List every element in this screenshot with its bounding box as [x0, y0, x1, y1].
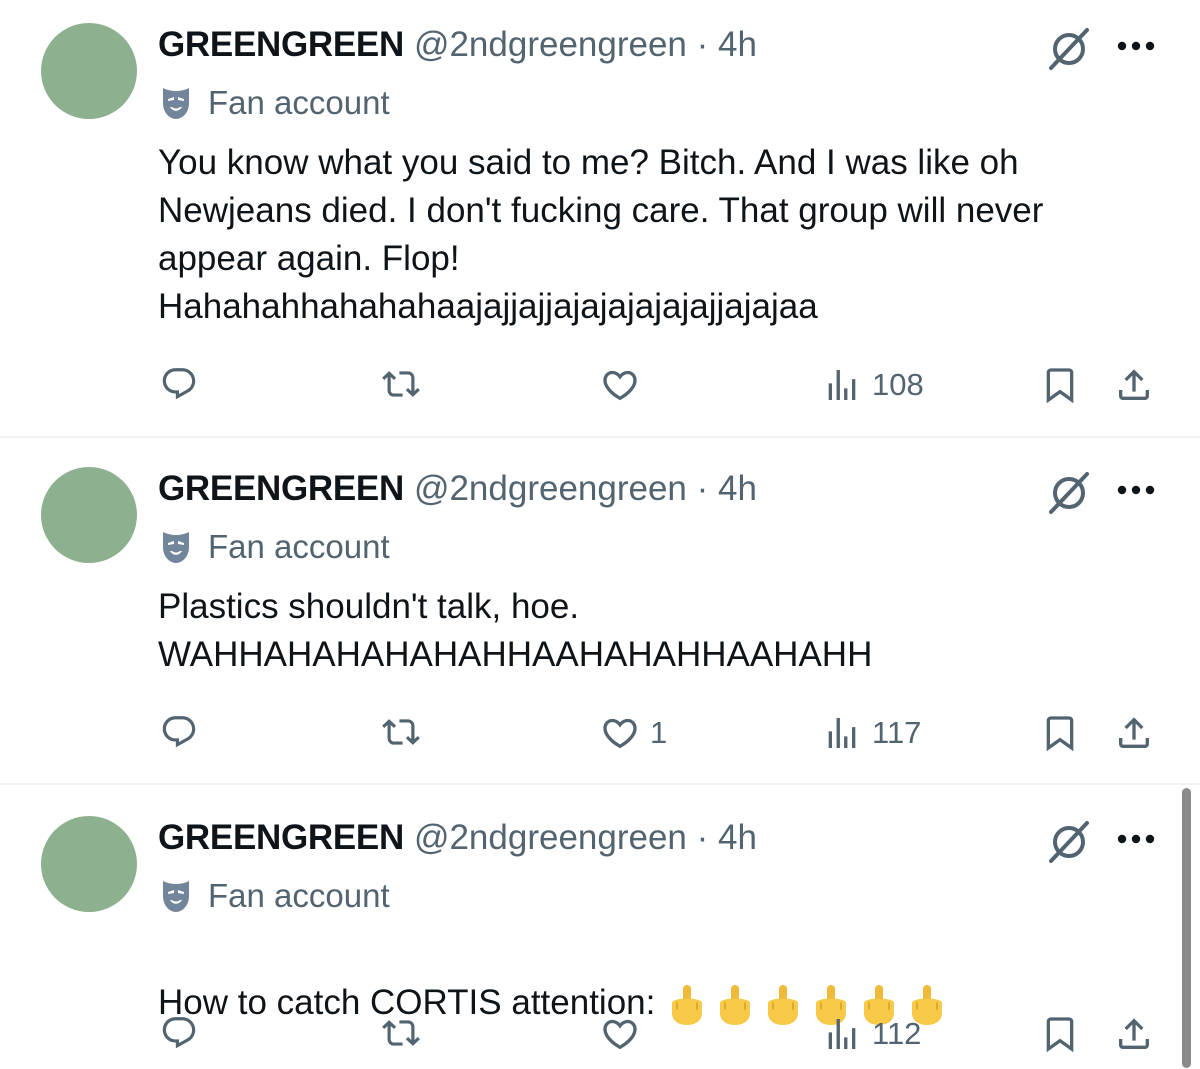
retweet-icon	[380, 1014, 422, 1052]
display-name[interactable]: GREENGREEN	[158, 469, 404, 509]
account-label-text: Fan account	[208, 877, 390, 914]
share-button[interactable]	[1114, 713, 1154, 753]
account-label-text: Fan account	[208, 84, 390, 121]
more-icon[interactable]	[1116, 40, 1156, 52]
tweet-1[interactable]: GREENGREEN @2ndgreengreen · 4h Fan accou…	[0, 0, 1200, 437]
tweet-2[interactable]: GREENGREEN @2ndgreengreen · 4h Fan accou…	[0, 438, 1200, 784]
share-button[interactable]	[1114, 365, 1154, 405]
retweet-icon	[380, 713, 422, 751]
view-count: 117	[872, 715, 922, 750]
bookmark-icon	[1040, 713, 1080, 753]
views-button[interactable]: 108	[822, 365, 924, 405]
account-label-text: Fan account	[208, 528, 390, 565]
retweet-button[interactable]	[380, 1014, 422, 1052]
reply-icon	[160, 365, 198, 403]
reply-button[interactable]	[160, 1014, 198, 1052]
view-count: 112	[872, 1016, 922, 1051]
grok-icon[interactable]	[1046, 469, 1092, 515]
like-icon	[600, 713, 640, 753]
tweet-3[interactable]: GREENGREEN @2ndgreengreen · 4h Fan accou…	[0, 785, 1200, 1069]
middle-finger-emoji	[663, 983, 711, 1027]
mask-icon	[160, 85, 192, 121]
retweet-button[interactable]	[380, 365, 422, 403]
tweet-text: How to catch CORTIS attention:	[158, 931, 1148, 1027]
grok-icon[interactable]	[1046, 818, 1092, 864]
like-button[interactable]: 1	[600, 713, 667, 753]
bookmark-icon	[1040, 365, 1080, 405]
retweet-button[interactable]	[380, 713, 422, 751]
share-button[interactable]	[1114, 1014, 1154, 1054]
reply-button[interactable]	[160, 365, 198, 403]
tweet-header: GREENGREEN @2ndgreengreen · 4h	[158, 466, 757, 512]
like-button[interactable]	[600, 1014, 650, 1054]
share-icon	[1114, 713, 1154, 753]
retweet-icon	[380, 365, 422, 403]
like-icon	[600, 1014, 640, 1054]
views-icon	[822, 1014, 862, 1054]
like-count: 1	[650, 715, 668, 750]
mask-icon	[160, 529, 192, 565]
account-label: Fan account	[160, 84, 390, 122]
account-label: Fan account	[160, 528, 390, 566]
handle-and-time[interactable]: @2ndgreengreen · 4h	[414, 469, 757, 509]
reply-icon	[160, 1014, 198, 1052]
avatar[interactable]	[41, 467, 137, 563]
bookmark-button[interactable]	[1040, 1014, 1080, 1054]
views-icon	[822, 713, 862, 753]
share-icon	[1114, 365, 1154, 405]
display-name[interactable]: GREENGREEN	[158, 25, 404, 65]
views-button[interactable]: 117	[822, 713, 921, 753]
middle-finger-emoji	[759, 983, 807, 1027]
handle-and-time[interactable]: @2ndgreengreen · 4h	[414, 818, 757, 858]
tweet-header: GREENGREEN @2ndgreengreen · 4h	[158, 22, 757, 68]
views-icon	[822, 365, 862, 405]
share-icon	[1114, 1014, 1154, 1054]
reply-button[interactable]	[160, 713, 198, 751]
reply-icon	[160, 713, 198, 751]
tweet-text: Plastics shouldn't talk, hoe. WAHHAHAHAH…	[158, 587, 873, 674]
display-name[interactable]: GREENGREEN	[158, 818, 404, 858]
bookmark-icon	[1040, 1014, 1080, 1054]
views-button[interactable]: 112	[822, 1014, 921, 1054]
scrollbar[interactable]	[1182, 788, 1191, 1068]
grok-icon[interactable]	[1046, 25, 1092, 71]
more-icon[interactable]	[1116, 833, 1156, 845]
account-label: Fan account	[160, 877, 390, 915]
avatar[interactable]	[41, 23, 137, 119]
avatar[interactable]	[41, 816, 137, 912]
bookmark-button[interactable]	[1040, 365, 1080, 405]
like-icon	[600, 365, 640, 405]
handle-and-time[interactable]: @2ndgreengreen · 4h	[414, 25, 757, 65]
middle-finger-emoji	[711, 983, 759, 1027]
mask-icon	[160, 878, 192, 914]
tweet-header: GREENGREEN @2ndgreengreen · 4h	[158, 815, 757, 861]
bookmark-button[interactable]	[1040, 713, 1080, 753]
like-button[interactable]	[600, 365, 650, 405]
tweet-text: You know what you said to me? Bitch. And…	[158, 143, 1044, 326]
view-count: 108	[872, 367, 924, 402]
more-icon[interactable]	[1116, 484, 1156, 496]
